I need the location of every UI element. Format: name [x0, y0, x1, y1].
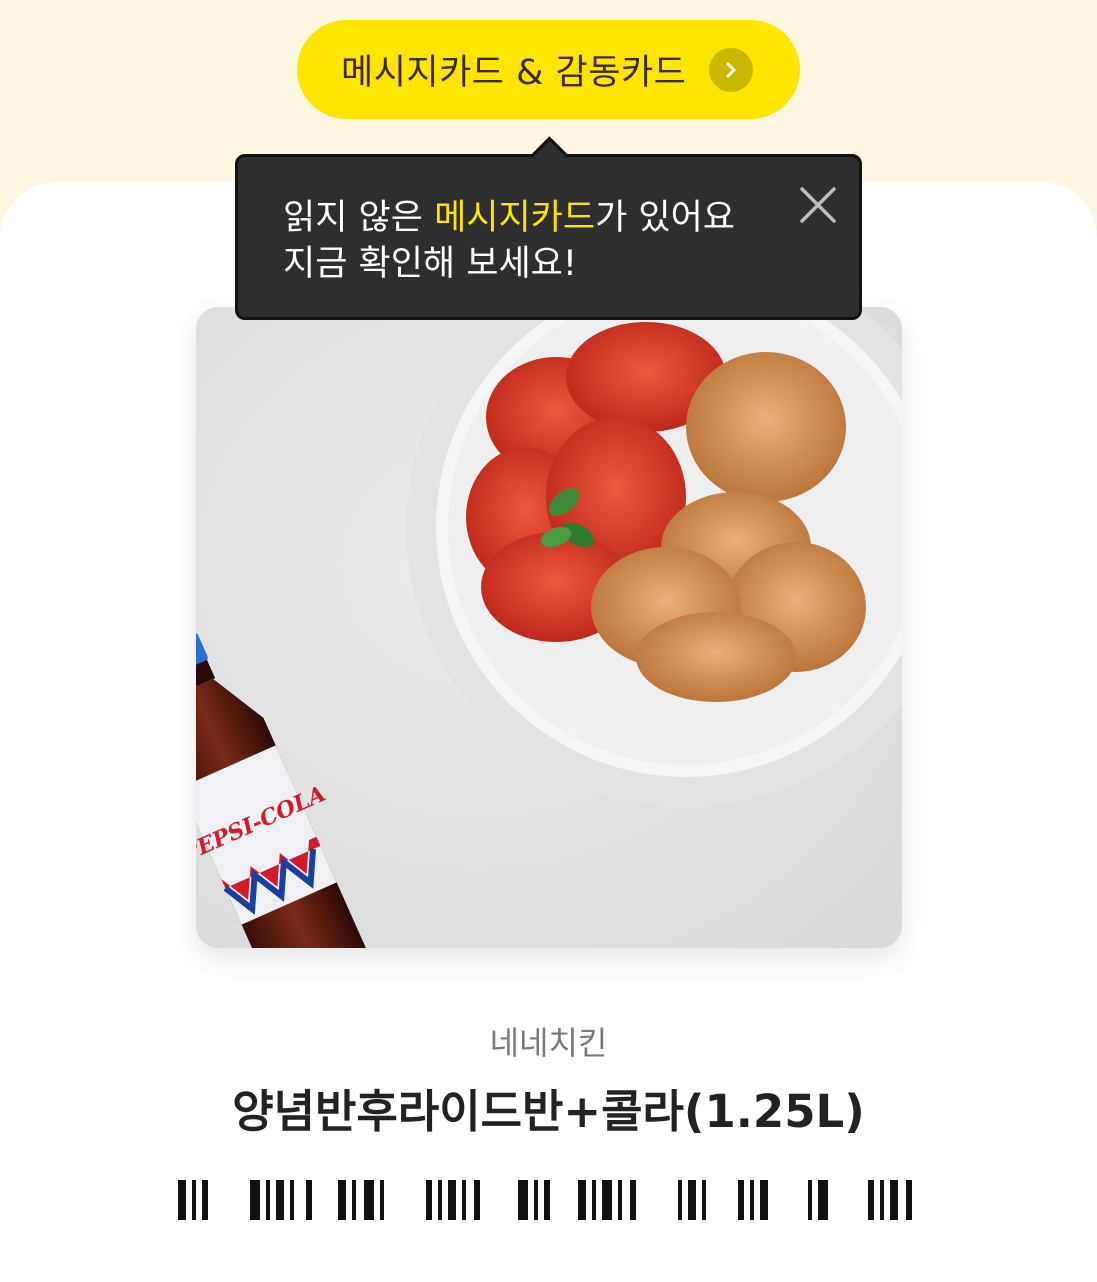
brand-name: 네네치킨 [489, 1024, 608, 1062]
tooltip-message: 읽지 않은 메시지카드가 있어요 지금 확인해 보세요! [283, 195, 783, 287]
message-card-button[interactable]: 메시지카드 & 감동카드 [297, 20, 800, 119]
close-icon[interactable] [798, 185, 838, 225]
product-image: PEPSI-COLA [196, 307, 902, 948]
product-title: 양념반후라이드반+콜라(1.25L) [232, 1085, 865, 1138]
barcode [178, 1180, 920, 1220]
tooltip-line-1-suffix: 가 있어요 [595, 198, 736, 238]
message-card-button-label: 메시지카드 & 감동카드 [341, 53, 687, 93]
tooltip-highlight-message-card: 메시지카드 [434, 198, 596, 238]
unread-card-tooltip: 읽지 않은 메시지카드가 있어요 지금 확인해 보세요! [235, 136, 862, 320]
tooltip-notch [530, 136, 569, 175]
tooltip-line-1-prefix: 읽지 않은 [283, 198, 435, 238]
chevron-right-icon [709, 48, 753, 92]
tooltip-line-2: 지금 확인해 보세요! [283, 244, 577, 284]
tooltip-line-1: 읽지 않은 메시지카드가 있어요 [283, 195, 783, 241]
